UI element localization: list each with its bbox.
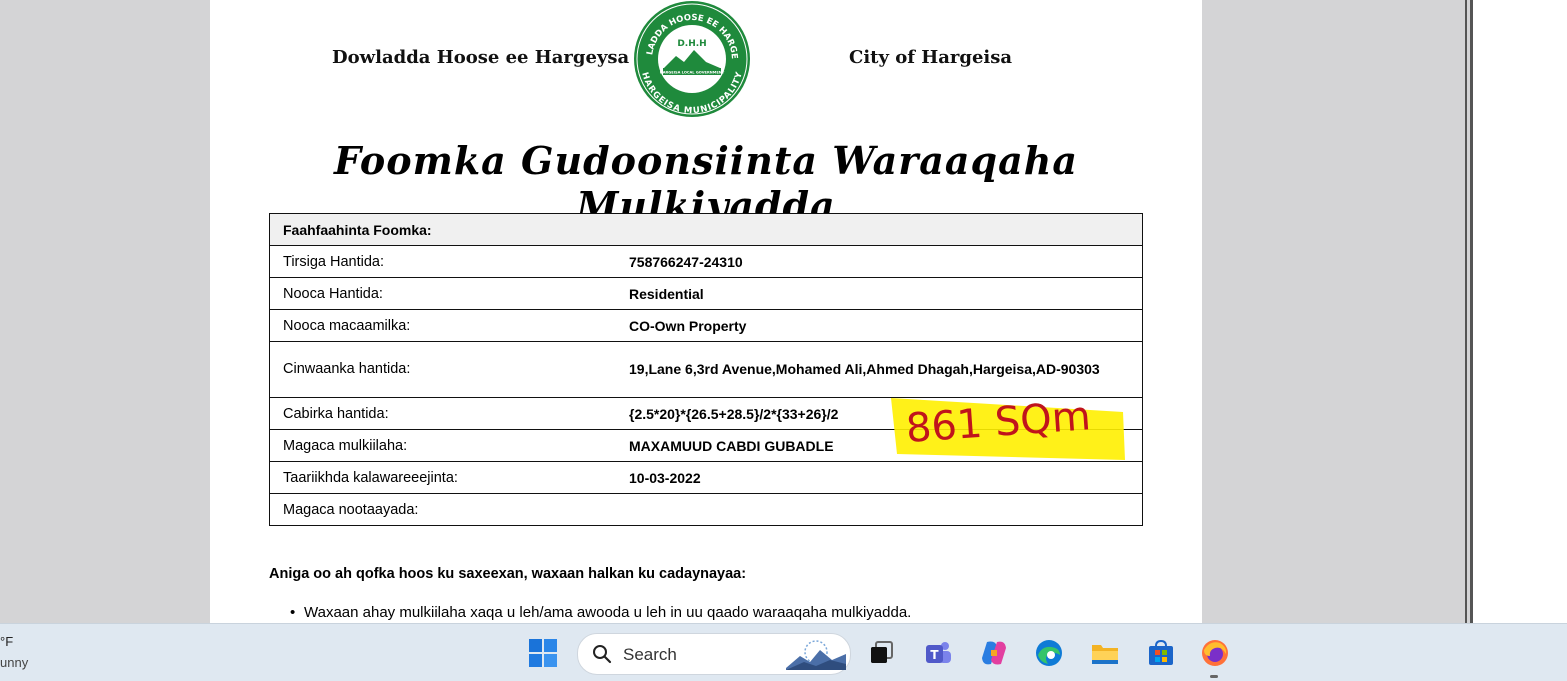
split-divider[interactable]: [1465, 0, 1467, 623]
teams-icon[interactable]: T: [923, 638, 953, 668]
table-row: Nooca macaamilka: CO-Own Property: [269, 309, 1143, 342]
task-view-icon[interactable]: [866, 638, 896, 668]
row-value: Residential: [616, 277, 1143, 310]
row-value: 10-03-2022: [616, 461, 1143, 494]
weather-temp[interactable]: °F: [0, 634, 13, 649]
table-heading: Faahfaahinta Foomka:: [269, 213, 1143, 246]
side-pane: [1473, 0, 1567, 623]
row-label: Nooca Hantida:: [269, 277, 616, 310]
header-right-text: City of Hargeisa: [849, 47, 1013, 68]
svg-text:D.H.H: D.H.H: [677, 39, 706, 49]
row-label: Cinwaanka hantida:: [269, 341, 616, 398]
copilot-icon[interactable]: [979, 638, 1009, 668]
row-label: Cabirka hantida:: [269, 397, 616, 430]
table-header-row: Faahfaahinta Foomka:: [269, 213, 1143, 246]
bullet-text: Waxaan ahay mulkiilaha xaqa u leh/ama aw…: [304, 604, 912, 621]
header-left-text: Dowladda Hoose ee Hargeysa: [332, 47, 630, 68]
taskbar-search-box[interactable]: Search: [577, 633, 851, 675]
row-label: Nooca macaamilka:: [269, 309, 616, 342]
microsoft-store-icon[interactable]: [1146, 638, 1176, 668]
form-details-table: Faahfaahinta Foomka: Tirsiga Hantida: 75…: [269, 213, 1143, 526]
taskbar: °F unny Search T: [0, 623, 1567, 681]
declaration-text: Aniga oo ah qofka hoos ku saxeexan, waxa…: [269, 566, 747, 582]
weather-desc[interactable]: unny: [0, 655, 28, 670]
document-page: Dowladda Hoose ee Hargeysa DAWLADDA HOOS…: [210, 0, 1202, 623]
pdf-viewer-area: Dowladda Hoose ee Hargeysa DAWLADDA HOOS…: [0, 0, 1567, 623]
row-label: Magaca mulkiilaha:: [269, 429, 616, 462]
row-value: CO-Own Property: [616, 309, 1143, 342]
table-row: Magaca nootaayada:: [269, 493, 1143, 526]
bullet-icon: •: [290, 604, 296, 621]
municipality-seal-icon: DAWLADDA HOOSE EE HARGEYSA HARGEISA MUNI…: [630, 0, 750, 117]
declaration-bullet: • Waxaan ahay mulkiilaha xaqa u leh/ama …: [290, 604, 912, 621]
table-row: Tirsiga Hantida: 758766247-24310: [269, 245, 1143, 278]
row-value: [616, 493, 1143, 526]
search-icon: [593, 645, 612, 664]
row-label: Magaca nootaayada:: [269, 493, 616, 526]
file-explorer-icon[interactable]: [1090, 638, 1120, 668]
search-placeholder: Search: [623, 645, 677, 664]
row-label: Tirsiga Hantida:: [269, 245, 616, 278]
search-highlight-scene-icon: [786, 640, 846, 670]
table-row: Nooca Hantida: Residential: [269, 277, 1143, 310]
firefox-active-indicator: [1210, 675, 1218, 678]
firefox-icon[interactable]: [1200, 638, 1230, 668]
edge-icon[interactable]: [1034, 638, 1064, 668]
row-label: Taariikhda kalawareeejinta:: [269, 461, 616, 494]
handwritten-annotation: 861 SQm: [891, 393, 1125, 460]
row-value: 758766247-24310: [616, 245, 1143, 278]
svg-text:T: T: [930, 648, 939, 662]
svg-text:HARGEISA LOCAL GOVERNMENT: HARGEISA LOCAL GOVERNMENT: [660, 71, 725, 75]
table-row: Taariikhda kalawareeejinta: 10-03-2022: [269, 461, 1143, 494]
windows-start-icon[interactable]: [528, 638, 558, 668]
